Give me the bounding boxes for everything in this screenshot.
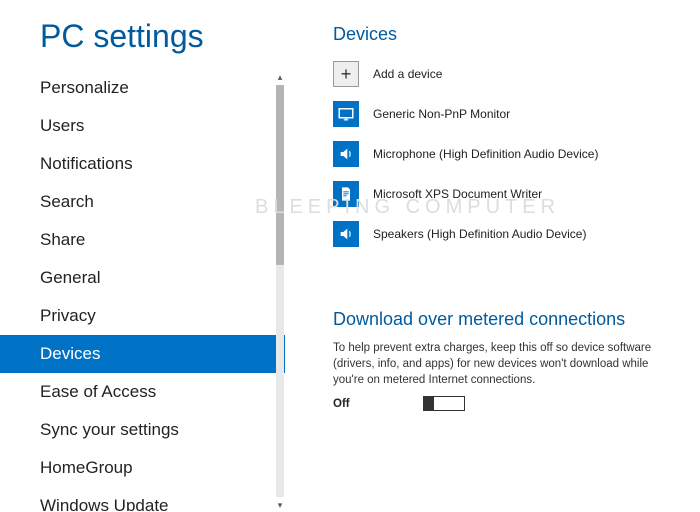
device-item[interactable]: Speakers (High Definition Audio Device) bbox=[333, 221, 670, 247]
device-item[interactable]: Microphone (High Definition Audio Device… bbox=[333, 141, 670, 167]
monitor-icon bbox=[333, 101, 359, 127]
sidebar-item-personalize[interactable]: Personalize bbox=[0, 69, 285, 107]
metered-help-text: To help prevent extra charges, keep this… bbox=[333, 340, 670, 388]
scrollbar-thumb[interactable] bbox=[276, 85, 284, 265]
plus-icon: + bbox=[333, 61, 359, 87]
add-device-button[interactable]: + Add a device bbox=[333, 61, 670, 87]
sidebar-item-ease-of-access[interactable]: Ease of Access bbox=[0, 373, 285, 411]
sidebar-item-sync[interactable]: Sync your settings bbox=[0, 411, 285, 449]
device-label: Generic Non-PnP Monitor bbox=[373, 107, 510, 121]
sidebar-title: PC settings bbox=[0, 0, 285, 69]
device-list: + Add a device Generic Non-PnP Monitor M… bbox=[333, 61, 670, 247]
sidebar-item-general[interactable]: General bbox=[0, 259, 285, 297]
toggle-knob bbox=[424, 397, 434, 410]
metered-toggle-row: Off bbox=[333, 396, 670, 411]
device-label: Microsoft XPS Document Writer bbox=[373, 187, 542, 201]
sidebar-item-share[interactable]: Share bbox=[0, 221, 285, 259]
device-label: Add a device bbox=[373, 67, 442, 81]
content-panel: Devices + Add a device Generic Non-PnP M… bbox=[285, 0, 700, 512]
sidebar-item-homegroup[interactable]: HomeGroup bbox=[0, 449, 285, 487]
metered-heading: Download over metered connections bbox=[333, 309, 670, 330]
sidebar-item-devices[interactable]: Devices bbox=[0, 335, 285, 373]
sidebar-item-privacy[interactable]: Privacy bbox=[0, 297, 285, 335]
sidebar-item-search[interactable]: Search bbox=[0, 183, 285, 221]
sidebar-list: Personalize Users Notifications Search S… bbox=[0, 69, 285, 511]
sidebar-item-users[interactable]: Users bbox=[0, 107, 285, 145]
toggle-state-label: Off bbox=[333, 398, 423, 410]
scroll-down-icon[interactable]: ▾ bbox=[275, 500, 285, 510]
device-item[interactable]: Generic Non-PnP Monitor bbox=[333, 101, 670, 127]
metered-toggle[interactable] bbox=[423, 396, 465, 411]
metered-section: Download over metered connections To hel… bbox=[333, 309, 670, 411]
scroll-up-icon[interactable]: ▴ bbox=[275, 72, 285, 82]
sidebar: PC settings Personalize Users Notificati… bbox=[0, 0, 285, 512]
device-label: Speakers (High Definition Audio Device) bbox=[373, 227, 586, 241]
speaker-icon bbox=[333, 221, 359, 247]
devices-heading: Devices bbox=[333, 24, 670, 45]
document-icon bbox=[333, 181, 359, 207]
device-item[interactable]: Microsoft XPS Document Writer bbox=[333, 181, 670, 207]
device-label: Microphone (High Definition Audio Device… bbox=[373, 147, 598, 161]
speaker-icon bbox=[333, 141, 359, 167]
sidebar-item-notifications[interactable]: Notifications bbox=[0, 145, 285, 183]
sidebar-item-windows-update[interactable]: Windows Update bbox=[0, 487, 285, 511]
sidebar-scrollbar[interactable]: ▴ ▾ bbox=[275, 70, 285, 512]
